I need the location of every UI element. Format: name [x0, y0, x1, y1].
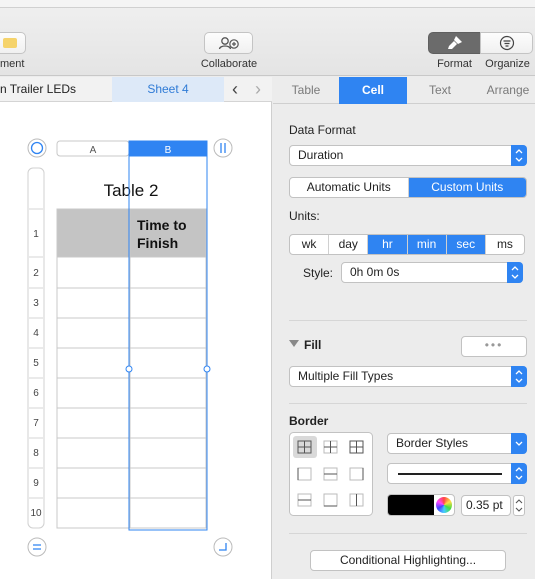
fill-type-popup[interactable]: Multiple Fill Types: [289, 366, 527, 387]
line-style-popup[interactable]: [387, 463, 527, 484]
column-header-a-label: A: [90, 145, 97, 156]
organize-label: Organize: [485, 58, 530, 70]
conditional-highlighting-button[interactable]: Conditional Highlighting...: [310, 550, 506, 571]
style-label: Style:: [303, 266, 334, 280]
tab-table[interactable]: Table: [273, 77, 339, 104]
unit-hr[interactable]: hr: [368, 235, 408, 254]
organize-icon: [499, 35, 514, 51]
table-title[interactable]: Table 2: [104, 181, 159, 200]
comment-button[interactable]: [0, 32, 26, 54]
divider-border: [289, 403, 527, 404]
unit-min[interactable]: min: [407, 235, 447, 254]
color-wheel-icon[interactable]: [436, 497, 452, 513]
tab-arrange[interactable]: Arrange: [473, 77, 535, 104]
sheet-tab-bar: n Trailer LEDs Sheet 4 ‹ ›: [0, 77, 272, 102]
table-select-handle[interactable]: [27, 138, 47, 158]
border-width-field[interactable]: 0.35 pt: [461, 495, 511, 516]
border-styles-popup[interactable]: Border Styles: [387, 433, 527, 454]
border-width-value: 0.35 pt: [466, 498, 503, 512]
organize-button[interactable]: [480, 32, 533, 54]
format-label: Format: [437, 58, 472, 70]
custom-units-button[interactable]: Custom Units: [408, 178, 526, 197]
sheet-scroll-right-icon[interactable]: ›: [255, 77, 261, 102]
toolbar: ment Collaborate Format Organize: [0, 0, 535, 76]
automatic-units-button[interactable]: Automatic Units: [290, 178, 409, 197]
row-number-3[interactable]: 3: [33, 298, 39, 309]
tab-cell[interactable]: Cell: [339, 77, 407, 104]
data-format-popup[interactable]: Duration: [289, 145, 527, 166]
row-number-9[interactable]: 9: [33, 478, 39, 489]
header-cell-text-line2: Finish: [137, 235, 178, 251]
sheet-tab-sheet-4[interactable]: Sheet 4: [112, 77, 224, 102]
paintbrush-icon: [447, 36, 462, 49]
toolbar-top-strip: [0, 0, 535, 8]
row-number-6[interactable]: 6: [33, 388, 39, 399]
divider-fill: [289, 320, 527, 321]
inspector-tabs: Table Cell Text Arrange: [273, 77, 535, 104]
tab-text[interactable]: Text: [407, 77, 473, 104]
border-width-stepper[interactable]: [513, 495, 525, 516]
sheet-scroll-left-icon[interactable]: ‹: [232, 77, 238, 102]
data-format-title: Data Format: [289, 123, 356, 137]
fill-disclosure-icon[interactable]: [289, 340, 299, 347]
collaborate-label: Collaborate: [200, 58, 258, 70]
border-title: Border: [289, 414, 329, 428]
data-format-chevron-icon: [511, 145, 527, 166]
selection-handle-right[interactable]: [203, 365, 211, 373]
border-color-swatch: [388, 495, 434, 515]
comment-label: ment: [0, 58, 25, 70]
row-add-handle[interactable]: [27, 537, 47, 557]
units-title: Units:: [289, 209, 320, 223]
units-segmented: wk day hr min sec ms: [289, 234, 525, 255]
table-canvas: A B Table 2 Time to Finish 1 2 3 4 5 6 7…: [27, 138, 233, 557]
collaborate-button[interactable]: [204, 32, 253, 54]
row-number-5[interactable]: 5: [33, 358, 39, 369]
selection-handle-left[interactable]: [125, 365, 133, 373]
collaborate-icon: [218, 37, 239, 50]
border-selector[interactable]: [289, 432, 373, 516]
column-header-b-label: B: [165, 145, 172, 156]
fill-color-well[interactable]: •••: [461, 336, 527, 357]
fill-type-chevron-icon: [511, 366, 527, 387]
sheet-tab-trailer-leds[interactable]: n Trailer LEDs: [0, 77, 112, 102]
row-number-4[interactable]: 4: [33, 328, 39, 339]
line-style-sample: [398, 473, 502, 475]
unit-day[interactable]: day: [329, 235, 369, 254]
row-number-10[interactable]: 10: [30, 508, 42, 519]
row-number-1[interactable]: 1: [33, 229, 39, 240]
canvas-pane: n Trailer LEDs Sheet 4 ‹ › A B Table 2 T…: [0, 77, 272, 579]
line-style-chevron-icon: [511, 463, 527, 484]
unit-ms[interactable]: ms: [486, 235, 524, 254]
duration-style-chevron-icon: [507, 262, 523, 283]
fill-type-value: Multiple Fill Types: [298, 369, 394, 383]
format-inspector: Table Cell Text Arrange Data Format Dura…: [273, 77, 535, 579]
format-button[interactable]: [428, 32, 481, 54]
duration-style-value: 0h 0m 0s: [350, 265, 400, 279]
unit-wk[interactable]: wk: [290, 235, 330, 254]
column-handle[interactable]: [213, 138, 233, 158]
unit-sec[interactable]: sec: [446, 235, 486, 254]
header-cell-text-line1: Time to: [137, 217, 187, 233]
comment-icon: [3, 38, 17, 48]
units-mode-segmented: Automatic Units Custom Units: [289, 177, 527, 198]
row-number-8[interactable]: 8: [33, 448, 39, 459]
row-number-7[interactable]: 7: [33, 418, 39, 429]
divider-conditional: [289, 533, 527, 534]
row-number-2[interactable]: 2: [33, 268, 39, 279]
border-styles-value: Border Styles: [396, 436, 469, 450]
border-color-well[interactable]: [387, 494, 455, 516]
duration-style-popup[interactable]: 0h 0m 0s: [341, 262, 523, 283]
fill-title[interactable]: Fill: [304, 338, 321, 352]
border-styles-chevron-icon: [511, 433, 527, 454]
data-format-value: Duration: [298, 148, 344, 162]
table-resize-handle[interactable]: [213, 537, 233, 557]
